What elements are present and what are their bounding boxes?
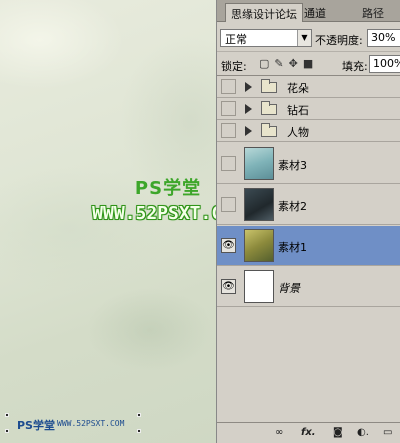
layer-name: 素材1 bbox=[278, 241, 307, 254]
lock-icons: ▢✎✥■ bbox=[259, 57, 318, 70]
corner-mark bbox=[5, 429, 9, 433]
layer-row[interactable]: 素材2 bbox=[217, 185, 400, 225]
watermark: PS学堂 WWW.52PSXT.COM bbox=[78, 174, 216, 224]
expand-triangle-icon[interactable] bbox=[245, 82, 252, 92]
lock-all-icon[interactable]: ■ bbox=[303, 57, 318, 70]
layer-name: 素材2 bbox=[278, 200, 307, 213]
layer-thumbnail bbox=[244, 147, 274, 180]
opacity-label: 不透明度: bbox=[315, 34, 363, 47]
group-name: 钻石 bbox=[287, 104, 309, 117]
layer-name: 背景 bbox=[278, 282, 300, 295]
corner-mark bbox=[137, 413, 141, 417]
blend-options-row: 正常 ▼ 不透明度: 30% bbox=[217, 22, 400, 52]
tab-channels[interactable]: 通道 bbox=[299, 3, 331, 22]
adjustment-icon[interactable]: ◐. bbox=[357, 427, 369, 440]
link-icon[interactable]: ∞ bbox=[275, 427, 283, 440]
new-group-icon[interactable]: ▭ bbox=[383, 427, 392, 440]
panel-tabs: 思缘设计论坛 通道 路径 bbox=[217, 0, 400, 22]
tab-layers[interactable]: 思缘设计论坛 bbox=[225, 3, 303, 22]
corner-mark bbox=[5, 413, 9, 417]
lock-row: 锁定: ▢✎✥■ 填充: 100% bbox=[217, 52, 400, 76]
mask-icon[interactable]: ◙ bbox=[333, 427, 343, 440]
corner-mark bbox=[137, 429, 141, 433]
group-name: 花朵 bbox=[287, 82, 309, 95]
lock-position-icon[interactable]: ✥ bbox=[289, 57, 303, 70]
watermark-title: PS学堂 bbox=[134, 178, 202, 199]
folder-icon bbox=[261, 79, 277, 93]
tab-paths[interactable]: 路径 bbox=[357, 3, 389, 22]
visibility-toggle[interactable] bbox=[221, 197, 236, 212]
fill-label: 填充: bbox=[342, 60, 368, 73]
folder-icon bbox=[261, 123, 277, 137]
fill-field[interactable]: 100% bbox=[369, 55, 400, 73]
opacity-field[interactable]: 30% bbox=[367, 29, 400, 47]
eye-icon[interactable]: 👁 bbox=[221, 279, 236, 294]
layer-row[interactable]: 👁 背景 bbox=[217, 267, 400, 307]
layer-row[interactable]: 素材3 bbox=[217, 144, 400, 184]
layers-list: 花朵 钻石 人物 素材3 素材2 👁 素材1 👁 背景 bbox=[217, 76, 400, 422]
fx-icon[interactable]: fx. bbox=[301, 427, 316, 440]
blend-mode-value: 正常 bbox=[225, 33, 247, 46]
bottom-watermark-title: PS学堂 bbox=[17, 419, 55, 432]
layers-panel: 思缘设计论坛 通道 路径 正常 ▼ 不透明度: 30% 锁定: ▢✎✥■ 填充:… bbox=[216, 0, 400, 443]
eye-icon[interactable]: 👁 bbox=[221, 238, 236, 253]
group-name: 人物 bbox=[287, 126, 309, 139]
lock-paint-icon[interactable]: ✎ bbox=[274, 57, 288, 70]
layer-group-row[interactable]: 钻石 bbox=[217, 98, 400, 120]
layer-thumbnail bbox=[244, 270, 274, 303]
bottom-watermark: PS学堂 WWW.52PSXT.COM bbox=[5, 413, 145, 435]
visibility-toggle[interactable] bbox=[221, 123, 236, 138]
expand-triangle-icon[interactable] bbox=[245, 104, 252, 114]
folder-icon bbox=[261, 101, 277, 115]
visibility-toggle[interactable] bbox=[221, 156, 236, 171]
visibility-toggle[interactable] bbox=[221, 79, 236, 94]
bottom-watermark-url: WWW.52PSXT.COM bbox=[57, 419, 125, 428]
chevron-down-icon[interactable]: ▼ bbox=[297, 30, 311, 46]
layer-row-selected[interactable]: 👁 素材1 bbox=[217, 226, 400, 266]
canvas-area[interactable]: PS学堂 WWW.52PSXT.COM PS学堂 WWW.52PSXT.COM bbox=[0, 0, 216, 443]
layer-thumbnail bbox=[244, 188, 274, 221]
layer-name: 素材3 bbox=[278, 159, 307, 172]
layer-group-row[interactable]: 花朵 bbox=[217, 76, 400, 98]
lock-transparent-icon[interactable]: ▢ bbox=[259, 57, 274, 70]
layer-thumbnail bbox=[244, 229, 274, 262]
visibility-toggle[interactable] bbox=[221, 101, 236, 116]
blend-mode-select[interactable]: 正常 ▼ bbox=[220, 29, 312, 47]
expand-triangle-icon[interactable] bbox=[245, 126, 252, 136]
panel-bottom-toolbar: ∞ fx. ◙ ◐. ▭ bbox=[217, 422, 400, 443]
layer-group-row[interactable]: 人物 bbox=[217, 120, 400, 142]
watermark-url: WWW.52PSXT.COM bbox=[92, 203, 216, 224]
lock-label: 锁定: bbox=[221, 60, 247, 73]
